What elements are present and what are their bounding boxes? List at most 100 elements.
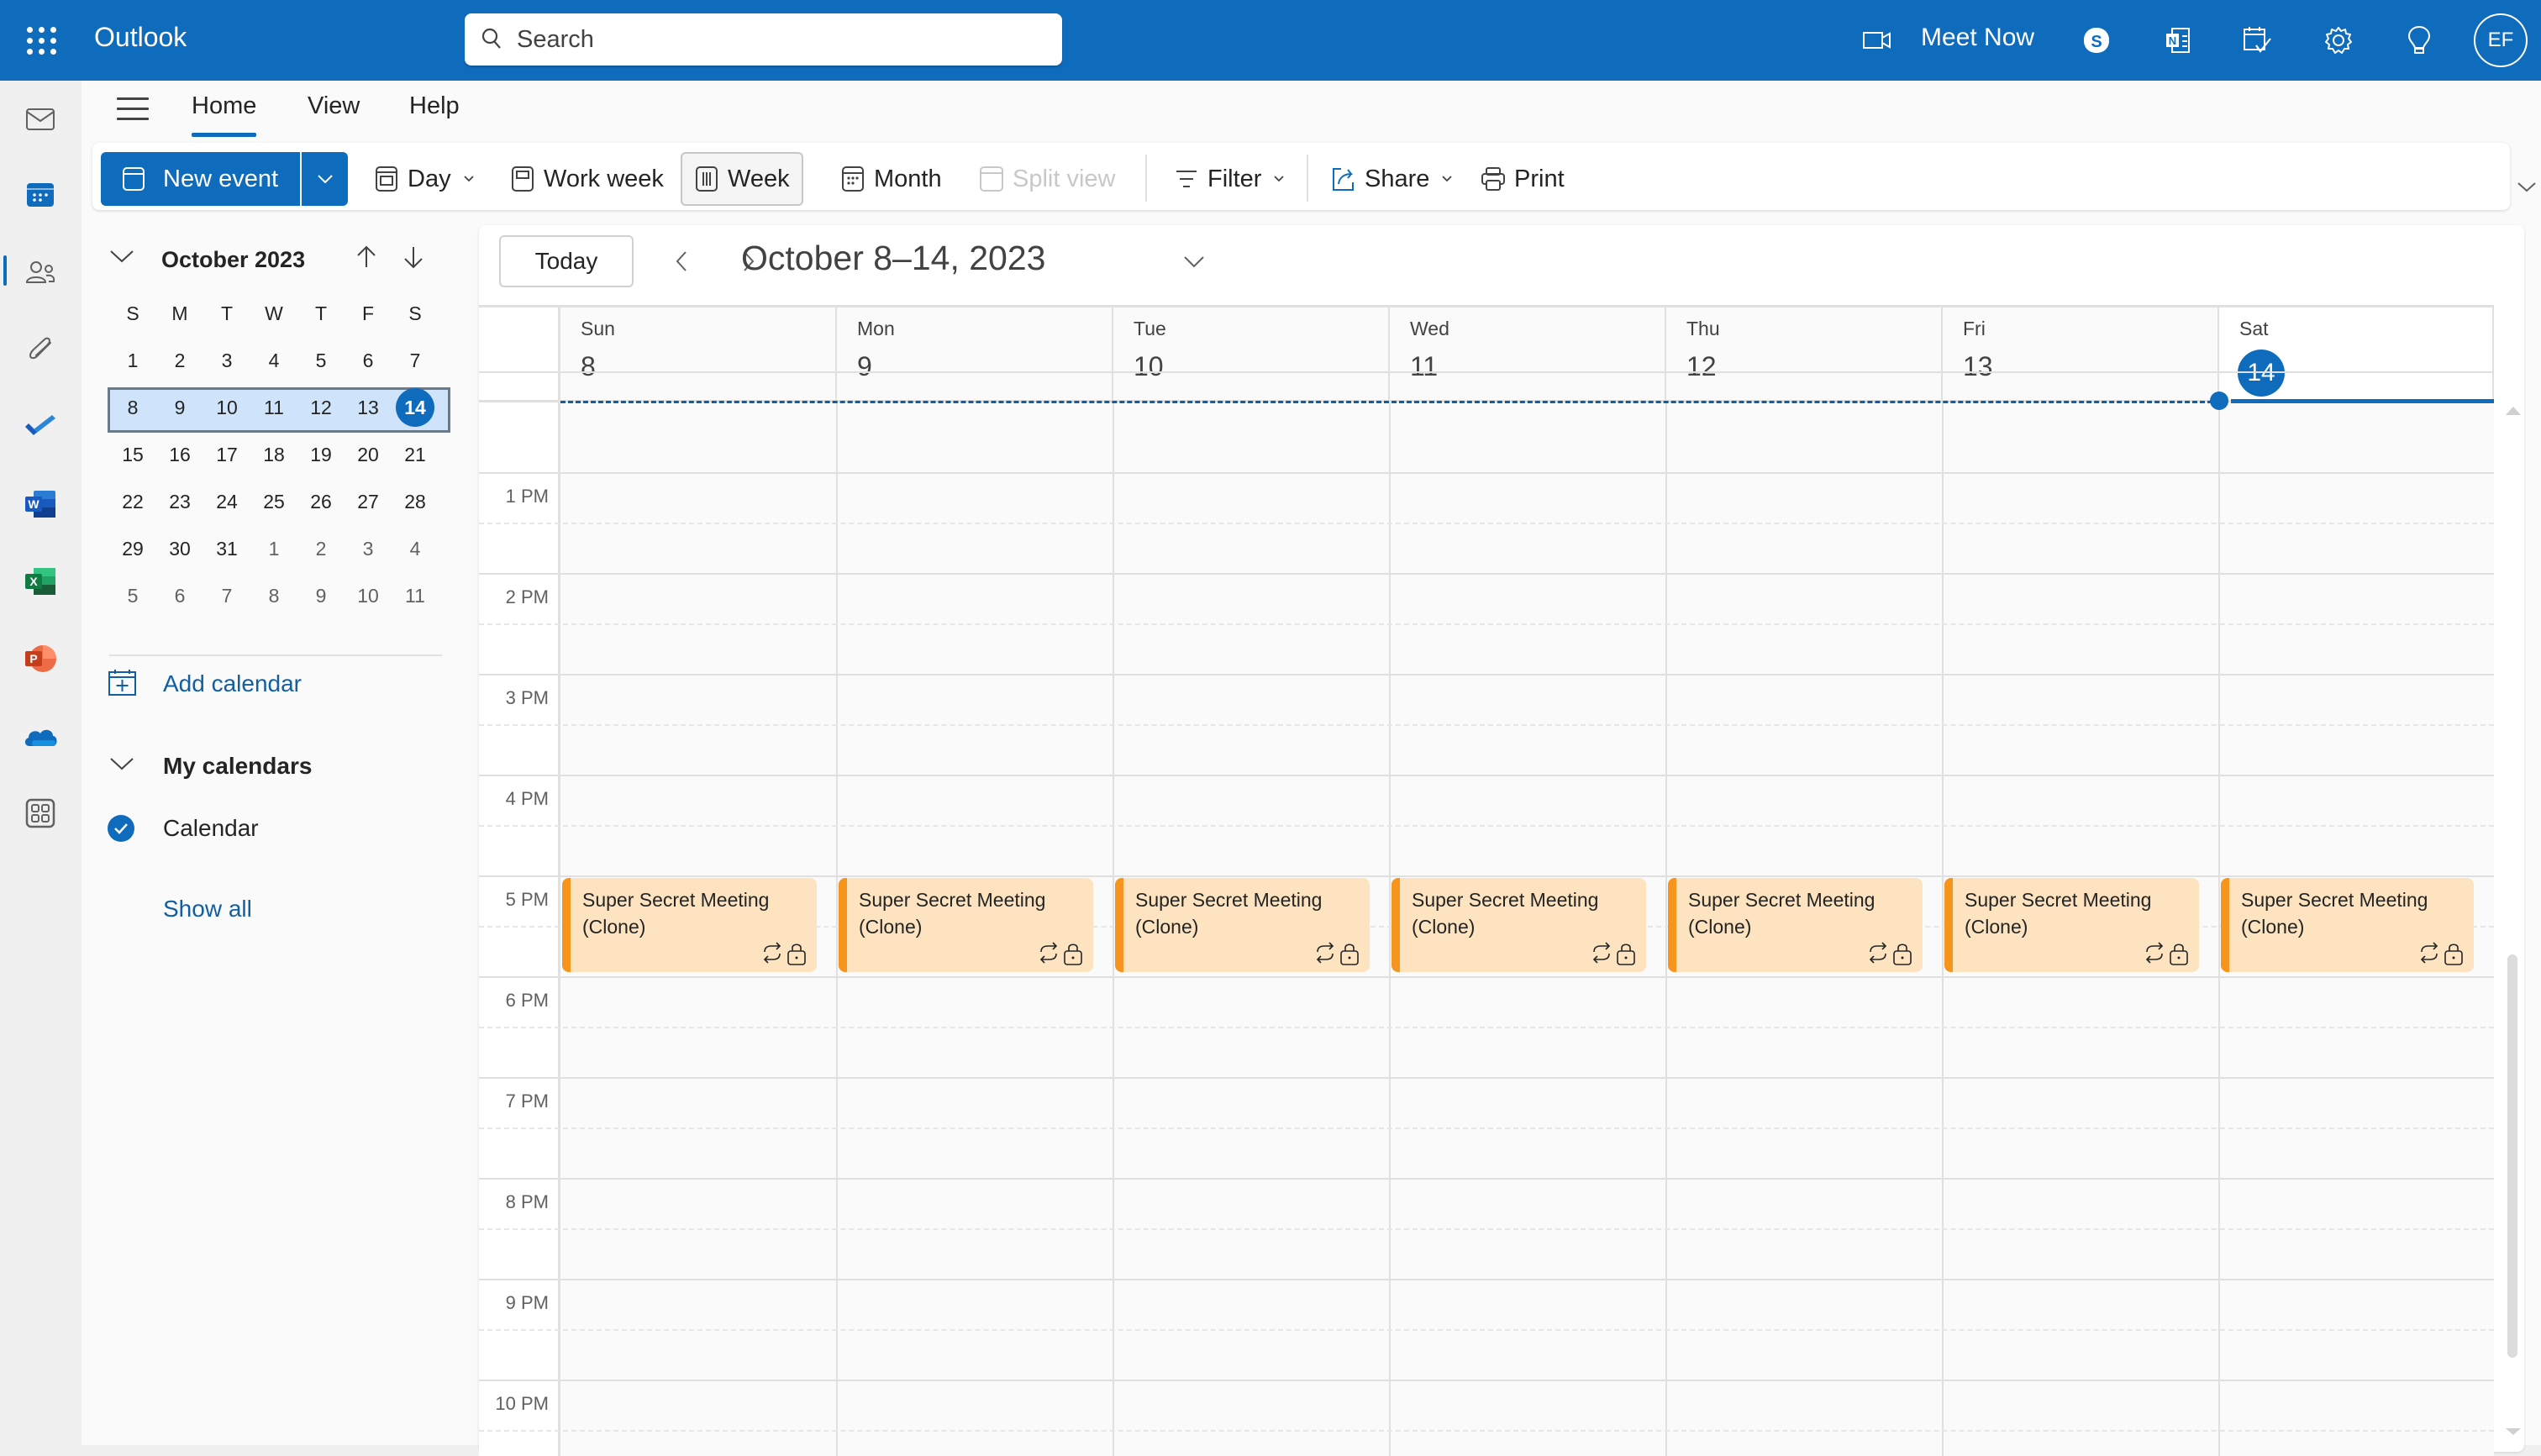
mini-calendar-day[interactable]: 10 <box>203 388 250 427</box>
mini-calendar-day[interactable]: 18 <box>250 435 297 474</box>
mini-calendar-day[interactable]: 6 <box>156 576 203 615</box>
tab-view[interactable]: View <box>308 92 360 120</box>
meet-now-button[interactable]: Meet Now <box>1921 24 2034 52</box>
mini-calendar-day[interactable]: 2 <box>156 341 203 380</box>
day-header-fri[interactable]: Fri 13 <box>1943 307 2219 400</box>
calendar-event[interactable]: Super Secret Meeting (Clone) <box>562 878 817 972</box>
mini-calendar-day[interactable]: 12 <box>297 388 345 427</box>
excel-icon[interactable]: X <box>15 556 66 607</box>
app-title[interactable]: Outlook <box>94 22 187 53</box>
tips-lightbulb-icon[interactable] <box>2399 20 2439 60</box>
calendar-item-label[interactable]: Calendar <box>163 815 259 842</box>
mini-calendar-day[interactable]: 26 <box>297 482 345 521</box>
skype-icon[interactable]: S <box>2076 20 2117 60</box>
hour-grid-body[interactable]: 1 PM 2 PM 3 PM 4 PM 5 PM 6 PM 7 PM 8 PM 9 PM 10 P… <box>479 371 2494 1456</box>
scroll-down-arrow-icon[interactable] <box>2506 1428 2521 1435</box>
mini-calendar-day[interactable]: 6 <box>345 341 392 380</box>
mini-calendar-day[interactable]: 16 <box>156 435 203 474</box>
all-day-row[interactable] <box>560 402 2494 449</box>
search-input[interactable] <box>517 24 1038 55</box>
month-view-button[interactable]: Month <box>840 152 942 206</box>
mini-calendar-day[interactable]: 5 <box>297 341 345 380</box>
mini-calendar-day[interactable]: 3 <box>203 341 250 380</box>
settings-gear-icon[interactable] <box>2318 20 2359 60</box>
mini-calendar-day[interactable]: 10 <box>345 576 392 615</box>
mini-calendar-day[interactable]: 24 <box>203 482 250 521</box>
collapse-mini-calendar-chevron-icon[interactable] <box>109 249 134 264</box>
vertical-scrollbar-thumb[interactable] <box>2507 954 2517 1358</box>
mini-calendar-day[interactable]: 25 <box>250 482 297 521</box>
mini-calendar-day[interactable]: 7 <box>392 341 439 380</box>
previous-week-arrow-icon[interactable] <box>669 247 694 276</box>
mini-calendar-day[interactable]: 5 <box>109 576 156 615</box>
tab-help[interactable]: Help <box>409 92 460 120</box>
more-apps-icon[interactable] <box>15 788 66 838</box>
mini-calendar-day[interactable]: 9 <box>156 388 203 427</box>
onedrive-icon[interactable] <box>15 711 66 761</box>
calendar-event[interactable]: Super Secret Meeting (Clone) <box>1115 878 1370 972</box>
calendar-event[interactable]: Super Secret Meeting (Clone) <box>839 878 1093 972</box>
print-button[interactable]: Print <box>1481 152 1565 206</box>
account-avatar[interactable]: EF <box>2474 13 2528 67</box>
calendar-icon[interactable] <box>15 170 66 220</box>
chevron-down-icon[interactable] <box>463 173 475 185</box>
mini-calendar-day[interactable]: 28 <box>392 482 439 521</box>
calendar-event[interactable]: Super Secret Meeting (Clone) <box>1392 878 1646 972</box>
calendar-event[interactable]: Super Secret Meeting (Clone) <box>1668 878 1923 972</box>
date-range-title[interactable]: October 8–14, 2023 <box>741 239 1045 278</box>
chevron-down-icon[interactable] <box>1441 173 1453 185</box>
scroll-up-arrow-icon[interactable] <box>2506 407 2521 415</box>
mini-calendar-day[interactable]: 7 <box>203 576 250 615</box>
day-header-sat[interactable]: Sat 14 <box>2219 307 2494 400</box>
date-range-chevron-down-icon[interactable] <box>1183 255 1205 269</box>
todo-icon[interactable] <box>15 402 66 452</box>
mini-calendar-day[interactable]: 4 <box>250 341 297 380</box>
calendar-event[interactable]: Super Secret Meeting (Clone) <box>2221 878 2474 972</box>
share-button[interactable]: Share <box>1331 152 1453 206</box>
mini-calendar-day[interactable]: 22 <box>109 482 156 521</box>
week-view-button[interactable]: Week <box>681 152 803 206</box>
mail-icon[interactable] <box>15 94 66 145</box>
new-event-button[interactable]: New event <box>101 152 300 206</box>
mini-calendar-day[interactable]: 31 <box>203 529 250 568</box>
my-day-icon[interactable] <box>2237 20 2277 60</box>
day-header-mon[interactable]: Mon 9 <box>837 307 1113 400</box>
video-camera-icon[interactable] <box>1857 20 1897 60</box>
mini-calendar-month-title[interactable]: October 2023 <box>161 247 305 273</box>
mini-calendar-day[interactable]: 29 <box>109 529 156 568</box>
day-header-thu[interactable]: Thu 12 <box>1666 307 1943 400</box>
mini-calendar-day[interactable]: 3 <box>345 529 392 568</box>
mini-calendar-day[interactable]: 4 <box>392 529 439 568</box>
mini-calendar-day[interactable]: 8 <box>250 576 297 615</box>
people-icon[interactable] <box>15 247 66 297</box>
mini-calendar-day[interactable]: 30 <box>156 529 203 568</box>
today-button[interactable]: Today <box>499 235 634 287</box>
mini-calendar-day[interactable]: 9 <box>297 576 345 615</box>
onenote-icon[interactable]: N <box>2158 20 2198 60</box>
my-calendars-heading[interactable]: My calendars <box>163 753 312 780</box>
search-box[interactable] <box>465 13 1062 66</box>
calendar-checkbox[interactable] <box>107 814 135 843</box>
powerpoint-icon[interactable]: P <box>15 633 66 684</box>
ribbon-expand-chevron-icon[interactable] <box>2517 181 2537 193</box>
day-view-button[interactable]: Day <box>374 152 475 206</box>
calendar-event[interactable]: Super Secret Meeting (Clone) <box>1944 878 2199 972</box>
paperclip-icon[interactable] <box>15 324 66 375</box>
mini-calendar-day[interactable]: 20 <box>345 435 392 474</box>
mini-calendar-day[interactable]: 21 <box>392 435 439 474</box>
next-month-arrow-icon[interactable] <box>402 245 424 269</box>
add-calendar-link[interactable]: Add calendar <box>163 670 302 697</box>
new-event-dropdown-button[interactable] <box>302 152 348 206</box>
mini-calendar-day[interactable]: 11 <box>250 388 297 427</box>
hamburger-menu-icon[interactable] <box>117 97 149 123</box>
my-calendars-chevron-icon[interactable] <box>109 756 134 771</box>
mini-calendar-day[interactable]: 11 <box>392 576 439 615</box>
work-week-view-button[interactable]: Work week <box>510 152 664 206</box>
mini-calendar-today[interactable]: 14 <box>392 388 439 427</box>
word-icon[interactable]: W <box>15 479 66 529</box>
mini-calendar-day[interactable]: 27 <box>345 482 392 521</box>
day-header-wed[interactable]: Wed 11 <box>1390 307 1666 400</box>
mini-calendar-day[interactable]: 8 <box>109 388 156 427</box>
mini-calendar-day[interactable]: 1 <box>109 341 156 380</box>
app-launcher-icon[interactable] <box>24 24 57 57</box>
